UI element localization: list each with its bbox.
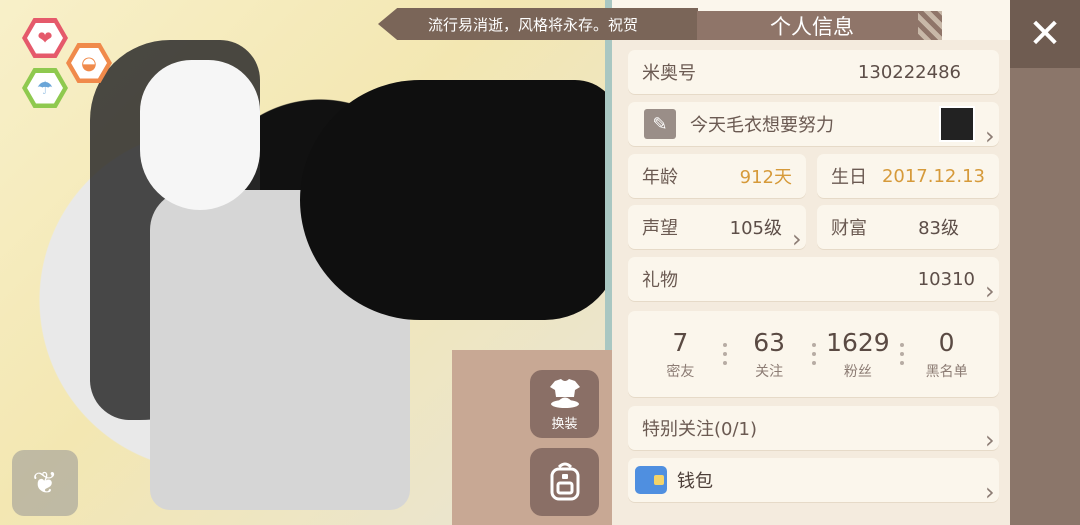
edit-signature-icon[interactable]: ✎	[644, 109, 676, 139]
signature-text: 今天毛衣想要努力	[690, 115, 834, 136]
close-button[interactable]: ✕	[1010, 0, 1080, 68]
age-row: 年龄 912天	[628, 154, 806, 198]
title-decoration	[918, 11, 942, 41]
gifts-row[interactable]: 礼物 10310 ›	[628, 257, 999, 303]
wealth-value: 83级	[918, 218, 959, 239]
stat-label: 密友	[666, 363, 695, 380]
age-label: 年龄	[642, 167, 678, 188]
artwork-face-shape	[140, 60, 260, 210]
player-id-row: 米奥号 130222486	[628, 50, 999, 94]
backpack-icon	[550, 462, 579, 501]
outfit-button[interactable]: 换装	[530, 370, 599, 438]
outfit-icon	[549, 378, 580, 408]
stat-label: 粉丝	[843, 363, 872, 380]
page-title: 个人信息	[697, 11, 927, 41]
announcement-ribbon: 流行易消逝，风格将永存。祝贺	[378, 8, 698, 40]
reputation-row[interactable]: 声望 105级 ›	[628, 205, 806, 251]
artwork-flowing-hair-shape	[300, 80, 612, 320]
gifts-label: 礼物	[642, 270, 678, 291]
stat-following[interactable]: 63 关注	[727, 328, 812, 381]
stat-value: 63	[753, 327, 786, 357]
artwork-frame-edge	[605, 0, 612, 350]
signature-row[interactable]: ✎ 今天毛衣想要努力 ›	[628, 102, 999, 148]
wings-icon: ❦	[32, 465, 58, 501]
outfit-button-label: 换装	[551, 416, 578, 432]
age-value: 912天	[739, 167, 792, 188]
stomach-icon: ◒	[81, 52, 97, 74]
special-follow-label: 特别关注(0/1)	[642, 419, 758, 440]
wallet-row[interactable]: 钱包 ›	[628, 458, 999, 504]
stat-value: 7	[672, 327, 689, 357]
heart-icon: ❤	[37, 27, 53, 49]
stat-label: 黑名单	[925, 363, 968, 380]
player-id-value: 130222486	[857, 61, 961, 83]
avatar[interactable]	[939, 106, 975, 142]
stat-label: 关注	[755, 363, 784, 380]
announcement-text: 流行易消逝，风格将永存。祝贺	[428, 15, 639, 34]
special-follow-row[interactable]: 特别关注(0/1) ›	[628, 406, 999, 452]
stat-blacklist[interactable]: 0 黑名单	[904, 328, 989, 381]
reputation-value: 105级	[729, 218, 782, 239]
stat-fans[interactable]: 1629 粉丝	[816, 328, 901, 381]
social-stats: 7 密友 63 关注 1629 粉丝 0 黑名单	[628, 311, 999, 397]
wealth-label: 财富	[831, 218, 867, 239]
shower-icon: ☂	[36, 77, 54, 99]
gifts-value: 10310	[917, 268, 975, 290]
wallet-label: 钱包	[677, 471, 713, 492]
close-icon: ✕	[1028, 11, 1062, 57]
birthday-row: 生日 2017.12.13	[817, 154, 999, 198]
backpack-button[interactable]	[530, 448, 599, 516]
wings-button[interactable]: ❦	[12, 450, 78, 516]
birthday-value: 2017.12.13	[881, 165, 985, 187]
wallet-icon	[635, 466, 667, 494]
stat-close-friends[interactable]: 7 密友	[638, 328, 723, 381]
stat-value: 0	[938, 327, 955, 357]
player-id-label: 米奥号	[642, 63, 696, 84]
wealth-row: 财富 83级	[817, 205, 999, 249]
birthday-label: 生日	[831, 167, 867, 188]
right-rail	[1010, 0, 1080, 525]
stat-value: 1629	[826, 327, 890, 357]
reputation-label: 声望	[642, 218, 678, 239]
page-title-text: 个人信息	[770, 15, 854, 39]
